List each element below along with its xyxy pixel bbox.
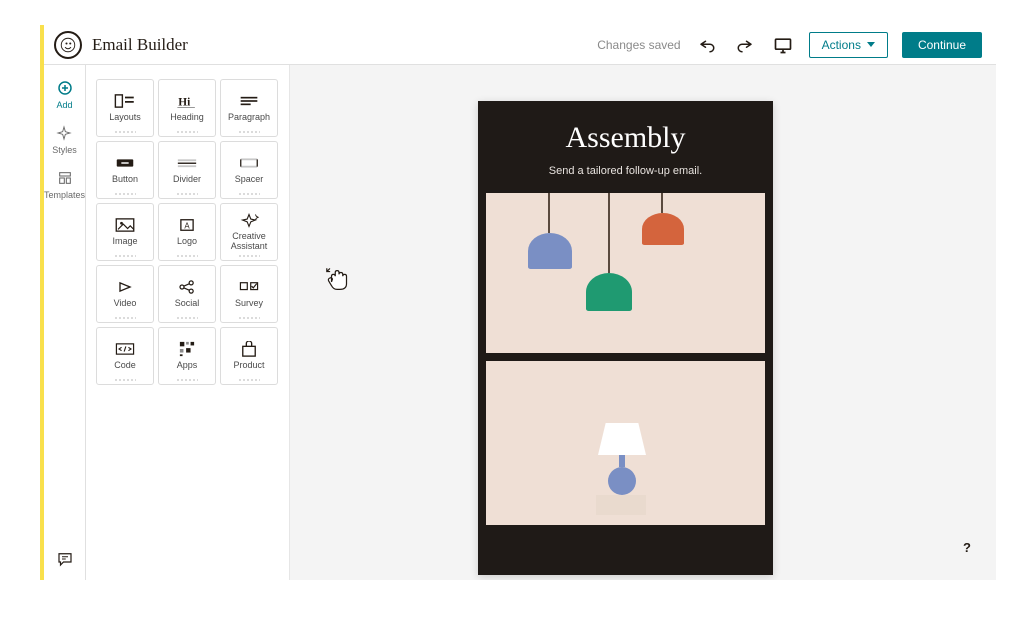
spacer-icon bbox=[238, 155, 260, 171]
block-label: Survey bbox=[235, 299, 263, 309]
block-label: Spacer bbox=[235, 175, 264, 185]
product-icon bbox=[238, 341, 260, 357]
app-title: Email Builder bbox=[92, 35, 188, 55]
block-label: Apps bbox=[177, 361, 198, 371]
block-apps[interactable]: Apps bbox=[158, 327, 216, 385]
svg-text:Hi: Hi bbox=[178, 96, 190, 108]
block-label: Video bbox=[114, 299, 137, 309]
paragraph-icon bbox=[238, 93, 260, 109]
email-preview: Assembly Send a tailored follow-up email… bbox=[478, 101, 773, 575]
social-icon bbox=[176, 279, 198, 295]
rail-tab-templates[interactable]: Templates bbox=[44, 169, 85, 200]
actions-label: Actions bbox=[822, 38, 861, 52]
block-label: Heading bbox=[170, 113, 204, 123]
plus-circle-icon bbox=[56, 79, 74, 97]
content-blocks-panel: Layouts Hi Heading Paragraph Button Divider Sp… bbox=[86, 65, 290, 580]
apps-icon bbox=[176, 341, 198, 357]
block-label: Logo bbox=[177, 237, 197, 247]
email-subtitle: Send a tailored follow-up email. bbox=[478, 165, 773, 177]
chat-icon bbox=[56, 550, 74, 568]
feedback-button[interactable] bbox=[56, 550, 74, 568]
block-paragraph[interactable]: Paragraph bbox=[220, 79, 278, 137]
block-creative[interactable]: Creative Assistant bbox=[220, 203, 278, 261]
block-label: Creative Assistant bbox=[223, 232, 275, 252]
image-icon bbox=[114, 217, 136, 233]
rail-label: Styles bbox=[52, 145, 77, 155]
logo-icon: A bbox=[176, 217, 198, 233]
block-divider[interactable]: Divider bbox=[158, 141, 216, 199]
block-survey[interactable]: Survey bbox=[220, 265, 278, 323]
rail-label: Add bbox=[56, 100, 72, 110]
block-label: Social bbox=[175, 299, 200, 309]
email-image-block-2[interactable] bbox=[486, 361, 765, 525]
actions-dropdown-button[interactable]: Actions bbox=[809, 32, 888, 58]
mailchimp-logo-icon bbox=[54, 31, 82, 59]
video-icon bbox=[114, 279, 136, 295]
block-layouts[interactable]: Layouts bbox=[96, 79, 154, 137]
block-product[interactable]: Product bbox=[220, 327, 278, 385]
block-code[interactable]: Code bbox=[96, 327, 154, 385]
sparkle-icon bbox=[55, 124, 73, 142]
block-image[interactable]: Image bbox=[96, 203, 154, 261]
heading-icon: Hi bbox=[176, 93, 198, 109]
block-label: Paragraph bbox=[228, 113, 270, 123]
block-video[interactable]: Video bbox=[96, 265, 154, 323]
svg-text:A: A bbox=[184, 222, 190, 231]
survey-icon bbox=[238, 279, 260, 295]
block-social[interactable]: Social bbox=[158, 265, 216, 323]
email-heading: Assembly bbox=[478, 101, 773, 155]
continue-button[interactable]: Continue bbox=[902, 32, 982, 58]
email-image-block-1[interactable] bbox=[486, 193, 765, 353]
redo-button[interactable] bbox=[733, 33, 757, 57]
block-label: Code bbox=[114, 361, 136, 371]
creative-icon bbox=[238, 212, 260, 228]
block-label: Layouts bbox=[109, 113, 141, 123]
block-button[interactable]: Button bbox=[96, 141, 154, 199]
rail-tab-styles[interactable]: Styles bbox=[52, 124, 77, 155]
rail-tab-add[interactable]: Add bbox=[56, 79, 74, 110]
left-rail: Add Styles Templates bbox=[44, 65, 86, 580]
templates-icon bbox=[56, 169, 74, 187]
block-spacer[interactable]: Spacer bbox=[220, 141, 278, 199]
save-status: Changes saved bbox=[597, 38, 680, 52]
block-heading[interactable]: Hi Heading bbox=[158, 79, 216, 137]
help-button[interactable]: ? bbox=[956, 536, 978, 558]
top-bar: Email Builder Changes saved Actions Cont… bbox=[44, 25, 996, 65]
block-label: Image bbox=[112, 237, 137, 247]
preview-device-button[interactable] bbox=[771, 33, 795, 57]
chevron-down-icon bbox=[867, 42, 875, 47]
drag-cursor-icon bbox=[324, 265, 352, 293]
rail-label: Templates bbox=[44, 190, 85, 200]
block-label: Divider bbox=[173, 175, 201, 185]
code-icon bbox=[114, 341, 136, 357]
button-icon bbox=[114, 155, 136, 171]
block-label: Button bbox=[112, 175, 138, 185]
layouts-icon bbox=[114, 93, 136, 109]
divider-icon bbox=[176, 155, 198, 171]
block-logo[interactable]: A Logo bbox=[158, 203, 216, 261]
block-label: Product bbox=[233, 361, 264, 371]
undo-button[interactable] bbox=[695, 33, 719, 57]
email-canvas[interactable]: Assembly Send a tailored follow-up email… bbox=[290, 65, 996, 580]
